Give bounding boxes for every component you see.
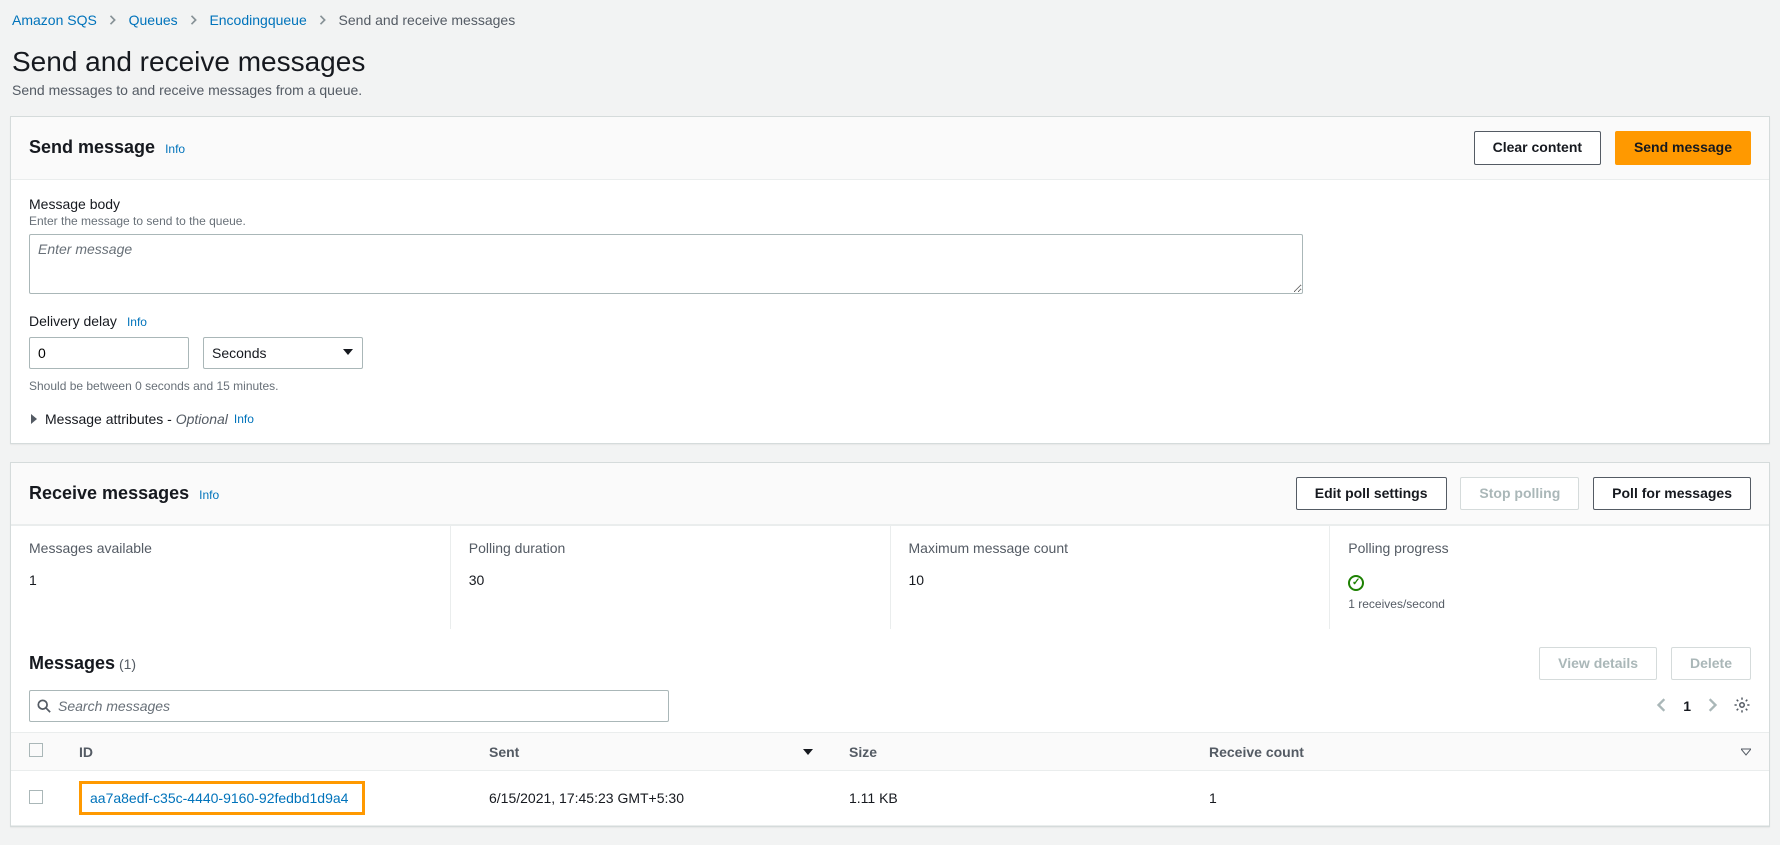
pagination: 1 (1655, 696, 1751, 717)
receive-title: Receive messages (29, 483, 189, 504)
search-messages-input[interactable] (29, 690, 669, 722)
page-subtitle: Send messages to and receive messages fr… (12, 82, 1770, 98)
breadcrumb-amazon-sqs[interactable]: Amazon SQS (12, 12, 97, 28)
send-info-link[interactable]: Info (165, 142, 185, 156)
clear-content-button[interactable]: Clear content (1474, 131, 1601, 165)
cell-sent: 6/15/2021, 17:45:23 GMT+5:30 (471, 771, 831, 826)
chevron-right-icon (319, 12, 327, 28)
chevron-left-icon (1655, 698, 1669, 712)
send-title: Send message (29, 137, 155, 158)
page-title: Send and receive messages (12, 46, 1770, 78)
stat-progress-rate: 1 receives/second (1348, 597, 1751, 611)
caret-sort-icon (1741, 744, 1751, 760)
receive-info-link[interactable]: Info (199, 488, 219, 502)
triangle-right-icon (29, 411, 39, 427)
message-id-link[interactable]: aa7a8edf-c35c-4440-9160-92fedbd1d9a4 (79, 781, 365, 815)
table-header-row: ID Sent Size Receive count (11, 733, 1769, 771)
messages-count: (1) (119, 656, 136, 672)
breadcrumb-queues[interactable]: Queues (129, 12, 178, 28)
col-receive-label: Receive count (1209, 744, 1304, 760)
stat-max-value: 10 (909, 572, 1312, 588)
select-all-checkbox[interactable] (29, 743, 43, 757)
caret-down-icon (803, 744, 813, 760)
send-panel-header: Send message Info Clear content Send mes… (11, 117, 1769, 180)
search-icon (37, 699, 51, 713)
message-attributes-label: Message attributes - (45, 411, 176, 427)
chevron-right-icon (1705, 698, 1719, 712)
poll-for-messages-button[interactable]: Poll for messages (1593, 477, 1751, 511)
col-sent[interactable]: Sent (471, 733, 831, 771)
chevron-right-icon (109, 12, 117, 28)
breadcrumb: Amazon SQS Queues Encodingqueue Send and… (10, 10, 1770, 38)
messages-table: ID Sent Size Receive count (11, 732, 1769, 826)
message-attributes-info-link[interactable]: Info (234, 412, 254, 426)
delivery-delay-input[interactable] (29, 337, 189, 369)
page-next-button[interactable] (1705, 698, 1719, 715)
receive-stats: Messages available 1 Polling duration 30… (11, 525, 1769, 629)
stat-available-value: 1 (29, 572, 432, 588)
delivery-delay-note: Should be between 0 seconds and 15 minut… (29, 379, 1751, 393)
row-checkbox[interactable] (29, 790, 43, 804)
col-receive-count[interactable]: Receive count (1191, 733, 1769, 771)
message-body-hint: Enter the message to send to the queue. (29, 214, 1751, 228)
col-checkbox (11, 733, 61, 771)
caret-down-icon (342, 345, 354, 361)
send-message-button[interactable]: Send message (1615, 131, 1751, 165)
message-attributes-expander[interactable]: Message attributes - Optional Info (29, 411, 1751, 427)
check-circle-icon: ✓ (1348, 575, 1364, 591)
table-row: aa7a8edf-c35c-4440-9160-92fedbd1d9a4 6/1… (11, 771, 1769, 826)
message-body-label: Message body (29, 196, 1751, 212)
send-message-panel: Send message Info Clear content Send mes… (10, 116, 1770, 444)
stat-messages-available: Messages available 1 (11, 526, 451, 629)
stat-duration-label: Polling duration (469, 540, 872, 556)
col-sent-label: Sent (489, 744, 519, 760)
view-details-button: View details (1539, 647, 1657, 681)
receive-messages-panel: Receive messages Info Edit poll settings… (10, 462, 1770, 828)
delivery-delay-label: Delivery delay (29, 313, 117, 329)
col-size-label: Size (849, 744, 877, 760)
cell-size: 1.11 KB (831, 771, 1191, 826)
delivery-delay-unit-value: Seconds (212, 345, 266, 361)
breadcrumb-current: Send and receive messages (339, 12, 516, 28)
table-settings-button[interactable] (1733, 696, 1751, 717)
messages-toolbar: 1 (11, 690, 1769, 732)
stat-polling-progress: Polling progress ✓ 1 receives/second (1330, 526, 1769, 629)
stat-max-message-count: Maximum message count 10 (891, 526, 1331, 629)
messages-title: Messages (29, 653, 115, 673)
message-attributes-optional: Optional (176, 411, 228, 427)
page-prev-button[interactable] (1655, 698, 1669, 715)
chevron-right-icon (190, 12, 198, 28)
receive-panel-header: Receive messages Info Edit poll settings… (11, 463, 1769, 526)
cell-id: aa7a8edf-c35c-4440-9160-92fedbd1d9a4 (61, 771, 471, 826)
col-id-label: ID (79, 744, 93, 760)
col-id[interactable]: ID (61, 733, 471, 771)
edit-poll-settings-button[interactable]: Edit poll settings (1296, 477, 1447, 511)
cell-receive-count: 1 (1191, 771, 1769, 826)
gear-icon (1733, 696, 1751, 714)
search-messages-wrap (29, 690, 669, 722)
cell-checkbox (11, 771, 61, 826)
messages-header: Messages (1) View details Delete (11, 629, 1769, 691)
stat-progress-label: Polling progress (1348, 540, 1751, 556)
delivery-delay-unit-select[interactable]: Seconds (203, 337, 363, 369)
stat-max-label: Maximum message count (909, 540, 1312, 556)
page-number: 1 (1683, 698, 1691, 714)
stat-available-label: Messages available (29, 540, 432, 556)
stat-polling-duration: Polling duration 30 (451, 526, 891, 629)
message-body-input[interactable] (29, 234, 1303, 294)
stop-polling-button: Stop polling (1460, 477, 1579, 511)
stat-duration-value: 30 (469, 572, 872, 588)
col-size[interactable]: Size (831, 733, 1191, 771)
delivery-delay-info-link[interactable]: Info (127, 315, 147, 329)
breadcrumb-encodingqueue[interactable]: Encodingqueue (209, 12, 306, 28)
delete-button: Delete (1671, 647, 1751, 681)
